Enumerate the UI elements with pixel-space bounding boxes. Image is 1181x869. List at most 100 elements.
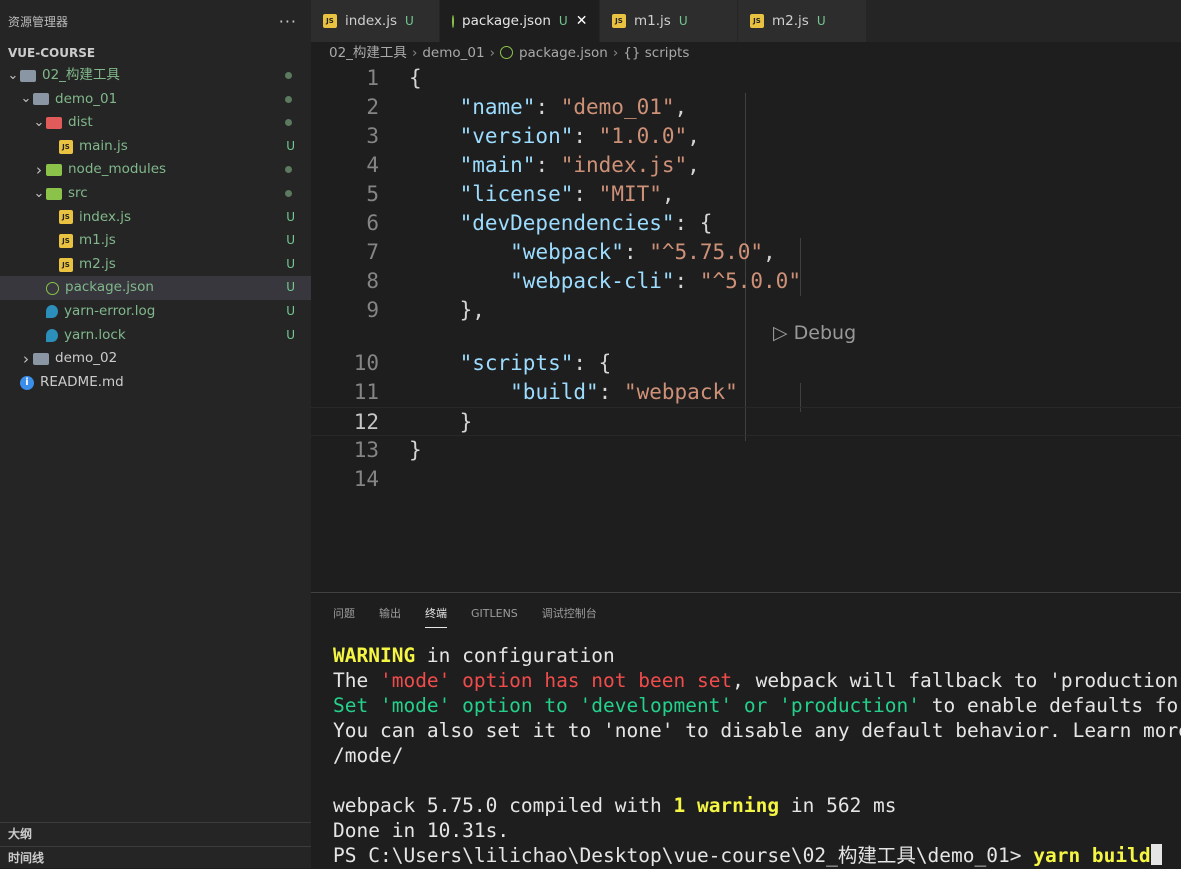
code-text: }, <box>409 296 485 325</box>
folder-icon <box>20 69 36 82</box>
tree-item-label: yarn.lock <box>64 326 126 343</box>
code-token: "index.js" <box>560 153 688 177</box>
code-line: 9 }, <box>311 296 1181 325</box>
tree-item[interactable]: › demo_02 <box>0 347 311 371</box>
terminal-text: 'mode' option has not been set <box>379 669 733 692</box>
panel-tab[interactable]: 问题 <box>333 599 355 627</box>
tab-m1-js[interactable]: JS m1.js U <box>600 0 738 42</box>
code-line: 14 <box>311 465 1181 494</box>
code-token: : <box>623 240 650 264</box>
code-token: "webpack" <box>510 240 624 264</box>
code-token: "build" <box>510 380 599 404</box>
code-token: "version" <box>459 124 574 148</box>
terminal-line: webpack 5.75.0 compiled with 1 warning i… <box>333 793 1181 818</box>
tab-package-json[interactable]: package.json U ✕ <box>440 0 600 42</box>
tree-item[interactable]: ⌄ 02_构建工具 <box>0 64 311 88</box>
close-icon[interactable]: ✕ <box>576 13 588 29</box>
code-editor[interactable]: ▷ Debug 1{2 "name": "demo_01", 3 "version… <box>311 64 1181 592</box>
terminal-text: 1 warning <box>673 794 780 817</box>
terminal-output[interactable]: WARNING in configuration The 'mode' optio… <box>333 643 1181 868</box>
code-token: "^5.75.0" <box>649 240 764 264</box>
terminal-line: /mode/ <box>333 743 1181 768</box>
code-token: "license" <box>459 182 574 206</box>
breadcrumb-item[interactable]: 02_构建工具 <box>329 45 407 61</box>
tree-item[interactable]: JS main.js U <box>0 135 311 159</box>
code-text: "license": "MIT", <box>409 180 675 209</box>
code-text: "build": "webpack" <box>409 378 738 407</box>
tab-label: package.json <box>462 13 551 29</box>
untracked-badge: U <box>286 233 295 248</box>
panel-tab[interactable]: 调试控制台 <box>542 599 597 627</box>
tree-item[interactable]: package.json U <box>0 276 311 300</box>
tab-m2-js[interactable]: JS m2.js U <box>738 0 867 42</box>
tree-item[interactable]: ⌄ dist <box>0 111 311 135</box>
tab-label: m2.js <box>772 13 809 29</box>
code-line: 11 "build": "webpack" <box>311 378 1181 407</box>
tree-item[interactable]: i README.md <box>0 371 311 395</box>
changes-dot <box>285 189 292 197</box>
panel-tab[interactable]: GITLENS <box>471 601 518 626</box>
debug-codelens[interactable]: ▷ Debug <box>773 322 856 344</box>
breadcrumb-item[interactable]: package.json <box>519 45 608 61</box>
tree-item[interactable]: JS m1.js U <box>0 229 311 253</box>
timeline-section[interactable]: 时间线 <box>0 846 311 868</box>
tree-item[interactable]: ⌄ src <box>0 182 311 206</box>
tree-item[interactable]: ⌄ demo_01 <box>0 88 311 112</box>
untracked-badge: U <box>286 138 295 153</box>
editor-tabs: JS index.js Upackage.json U ✕ JS m1.js U JS m2.js… <box>311 0 1181 42</box>
code-token: "^5.0.0" <box>699 269 801 293</box>
terminal-text: The <box>333 669 380 692</box>
tree-item[interactable]: yarn-error.log U <box>0 300 311 324</box>
tree-item-label: demo_02 <box>55 350 118 367</box>
tree-item-label: yarn-error.log <box>64 302 156 319</box>
terminal-text: Set 'mode' option to 'development' or 'p… <box>333 694 920 717</box>
tree-item[interactable]: JS index.js U <box>0 206 311 230</box>
tab-index-js[interactable]: JS index.js U <box>311 0 440 42</box>
code-line: 13} <box>311 436 1181 465</box>
panel-tab[interactable]: 终端 <box>425 599 447 628</box>
untracked-badge: U <box>286 209 295 224</box>
breadcrumb-item[interactable]: {} scripts <box>623 45 689 61</box>
tree-item[interactable]: › node_modules <box>0 158 311 182</box>
tab-label: m1.js <box>634 13 671 29</box>
code-token: "1.0.0" <box>598 124 688 148</box>
terminal-cursor <box>1150 844 1162 865</box>
tree-item-label: src <box>68 184 88 201</box>
chevron-right-icon: › <box>411 45 418 61</box>
code-token: , <box>674 95 688 119</box>
breadcrumb-item[interactable]: demo_01 <box>422 45 484 61</box>
panel-tab[interactable]: 输出 <box>379 599 401 627</box>
explorer-sidebar: 资源管理器 ··· VUE-COURSE ⌄ 02_构建工具 ⌄ demo_01 ⌄ di… <box>0 0 311 868</box>
line-number: 12 <box>353 410 379 434</box>
code-token: } <box>409 410 473 434</box>
line-number: 8 <box>366 269 379 293</box>
workspace-section-header[interactable]: VUE-COURSE <box>0 42 311 64</box>
tree-item[interactable]: yarn.lock U <box>0 324 311 348</box>
code-line: 7 "webpack": "^5.75.0", <box>311 238 1181 267</box>
terminal-text: yarn build <box>1033 844 1151 867</box>
terminal-line: You can also set it to 'none' to disable… <box>333 718 1181 743</box>
tree-item[interactable]: JS m2.js U <box>0 253 311 277</box>
terminal-text: in 562 ms <box>779 794 897 817</box>
tree-item-label: 02_构建工具 <box>42 67 120 83</box>
untracked-badge: U <box>286 256 295 271</box>
untracked-badge: U <box>286 303 295 318</box>
folder-src-icon <box>46 164 62 177</box>
code-text: "version": "1.0.0", <box>409 122 700 151</box>
code-token: "name" <box>459 95 536 119</box>
outline-section[interactable]: 大纲 <box>0 822 311 844</box>
tree-item-label: m1.js <box>79 232 116 249</box>
more-actions-icon[interactable]: ··· <box>279 12 297 31</box>
terminal-text: in configuration <box>415 644 615 667</box>
changes-dot <box>285 119 292 127</box>
untracked-badge: U <box>678 14 688 28</box>
code-token: , <box>687 153 700 177</box>
tree-item-label: package.json <box>65 279 154 296</box>
code-text: { <box>409 64 422 93</box>
code-line: 8 "webpack-cli": "^5.0.0" <box>311 267 1181 296</box>
code-text: "scripts": { <box>409 349 612 378</box>
